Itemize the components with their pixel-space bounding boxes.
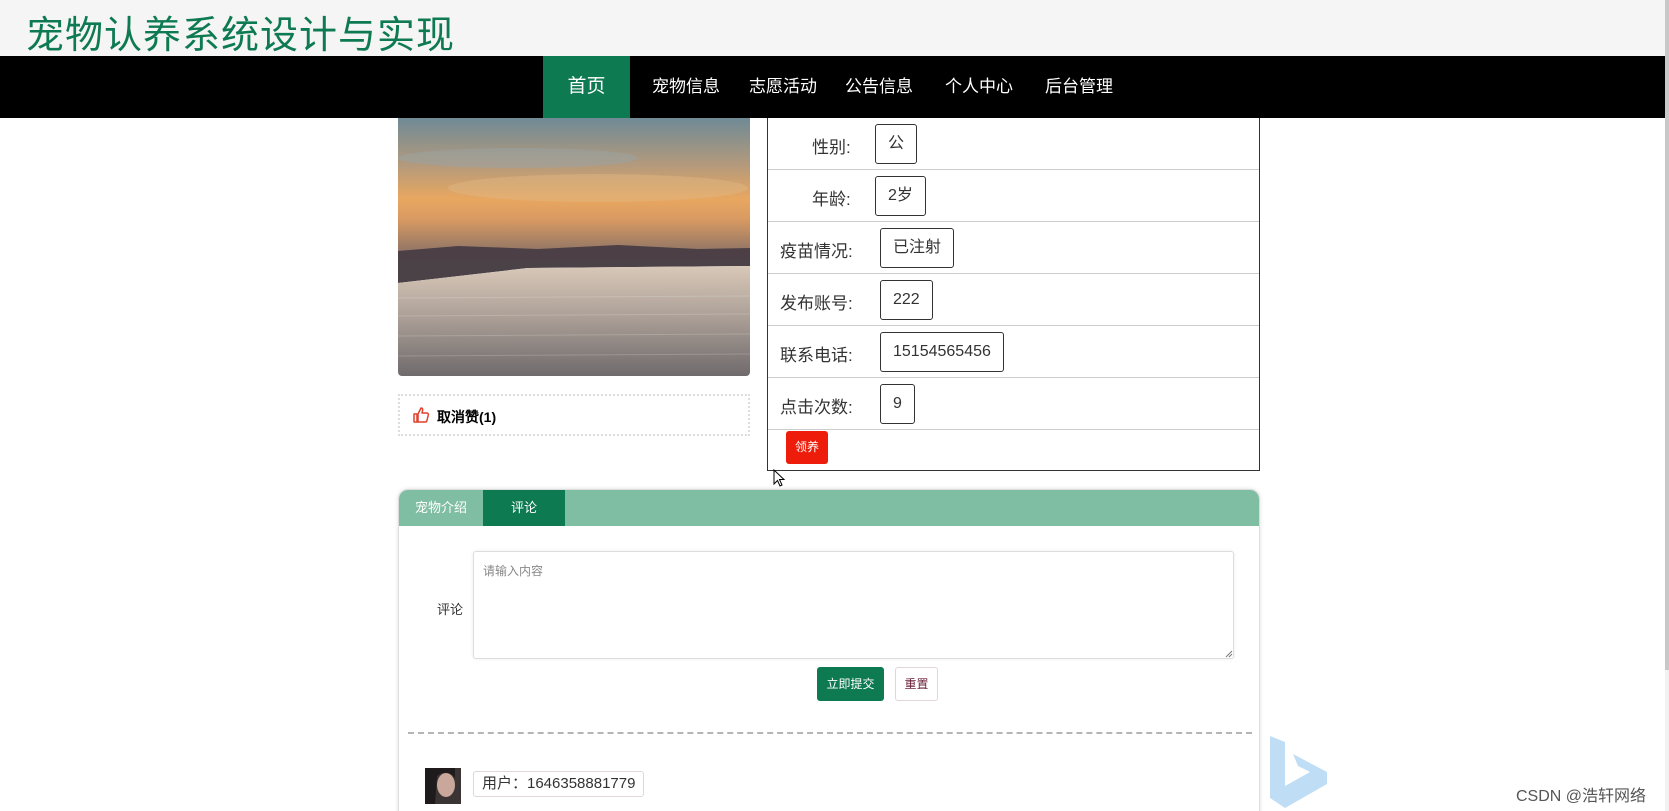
site-header: 宠物认养系统设计与实现	[0, 0, 1665, 57]
scrollbar-thumb[interactable]	[1665, 0, 1669, 670]
resize-grip-icon[interactable]	[1225, 650, 1233, 658]
submit-comment-button[interactable]: 立即提交	[817, 667, 884, 701]
main-nav: 首页 宠物信息 志愿活动 公告信息 个人中心 后台管理	[0, 56, 1665, 118]
reset-button[interactable]: 重置	[895, 667, 938, 701]
site-title: 宠物认养系统设计与实现	[26, 13, 456, 57]
pet-info-table: 性别: 公 年龄: 2岁 疫苗情况: 已注射 发布账号: 222 联系电话: 1…	[767, 118, 1260, 471]
nav-item-volunteer[interactable]: 志愿活动	[741, 56, 825, 118]
info-value: 9	[880, 384, 915, 424]
nav-item-announcements[interactable]: 公告信息	[837, 56, 921, 118]
nav-item-pet-info[interactable]: 宠物信息	[644, 56, 728, 118]
info-row-publisher: 发布账号: 222	[768, 274, 1259, 326]
info-label: 点击次数:	[780, 398, 853, 417]
info-value: 已注射	[880, 228, 955, 268]
tab-comments[interactable]: 评论	[483, 490, 565, 526]
tab-pet-intro[interactable]: 宠物介绍	[399, 490, 483, 526]
info-value: 15154565456	[880, 332, 1004, 372]
info-row-age: 年龄: 2岁	[768, 170, 1259, 222]
page-scrollbar[interactable]	[1665, 0, 1669, 811]
info-label: 发布账号:	[780, 294, 853, 313]
info-label: 性别:	[812, 138, 851, 157]
info-label: 疫苗情况:	[780, 242, 853, 261]
pet-photo	[398, 118, 750, 376]
info-label: 联系电话:	[780, 346, 853, 365]
page: 宠物认养系统设计与实现 首页 宠物信息 志愿活动 公告信息 个人中心 后台管理	[0, 0, 1669, 811]
bing-logo-icon	[1270, 736, 1327, 808]
nav-item-admin[interactable]: 后台管理	[1037, 56, 1121, 118]
thumbs-up-icon	[413, 407, 430, 423]
nav-item-home[interactable]: 首页	[543, 56, 630, 118]
tab-bar: 宠物介绍 评论	[399, 490, 1259, 526]
info-value: 2岁	[875, 176, 926, 216]
pet-detail-tabs: 宠物介绍 评论 评论 立即提交 重置 用户：1646358881779	[398, 489, 1260, 811]
info-value: 222	[880, 280, 933, 320]
info-label: 年龄:	[812, 190, 851, 209]
info-row-clicks: 点击次数: 9	[768, 378, 1259, 430]
divider	[408, 732, 1252, 734]
avatar	[425, 768, 461, 804]
comment-user-label: 用户：1646358881779	[473, 771, 645, 797]
info-row-phone: 联系电话: 15154565456	[768, 326, 1259, 378]
comment-label: 评论	[437, 602, 464, 617]
info-row-gender: 性别: 公	[768, 118, 1259, 170]
info-value: 公	[875, 124, 918, 164]
watermark: CSDN @浩轩网络	[1516, 788, 1647, 805]
adopt-button[interactable]: 领养	[786, 431, 828, 464]
mouse-cursor-icon	[773, 469, 786, 487]
like-bar[interactable]: 取消赞(1)	[398, 394, 750, 436]
info-row-vaccine: 疫苗情况: 已注射	[768, 222, 1259, 274]
comment-input[interactable]	[473, 551, 1234, 659]
nav-item-personal-center[interactable]: 个人中心	[937, 56, 1021, 118]
like-label: 取消赞(1)	[437, 409, 497, 425]
